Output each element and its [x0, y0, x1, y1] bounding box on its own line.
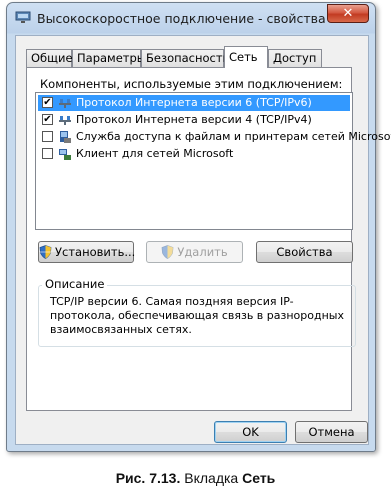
list-item-file-sharing[interactable]: Служба доступа к файлам и принтерам сете… — [38, 129, 391, 145]
components-label: Компоненты, используемые этим подключени… — [40, 77, 343, 91]
network-protocol-icon — [59, 116, 71, 125]
description-label: Описание — [42, 277, 108, 291]
ipv6-label: Протокол Интернета версии 6 (TCP/IPv6) — [76, 96, 312, 109]
components-list[interactable]: ✔ Протокол Интернета версии 6 (TCP/IPv6)… — [35, 92, 391, 230]
ok-button[interactable]: OK — [214, 421, 287, 443]
caption-tab-name: Сеть — [242, 470, 276, 486]
figure-caption: Рис. 7.13. Вкладка Сеть — [0, 470, 391, 486]
network-protocol-icon — [59, 99, 71, 108]
network-client-label: Клиент для сетей Microsoft — [76, 147, 234, 160]
uac-shield-icon — [161, 245, 174, 259]
title-bar[interactable]: Высокоскоростное подключение - свойства … — [7, 3, 375, 33]
caption-text: Вкладка — [184, 470, 239, 486]
tab-network[interactable]: Сеть — [224, 46, 268, 68]
file-sharing-checkbox[interactable] — [42, 131, 53, 142]
description-text: TCP/IP версии 6. Самая поздняя версия IP… — [50, 295, 344, 336]
remove-button-label: Удалить — [177, 245, 228, 259]
list-item-network-client[interactable]: Клиент для сетей Microsoft — [38, 146, 350, 162]
uac-shield-icon — [39, 245, 52, 259]
cancel-button[interactable]: Отмена — [295, 421, 368, 443]
tab-security[interactable]: Безопасность — [141, 49, 229, 67]
file-sharing-label: Служба доступа к файлам и принтерам сете… — [76, 130, 391, 143]
close-button[interactable]: ✕ — [327, 4, 369, 23]
tab-parameters[interactable]: Параметры — [72, 49, 146, 67]
network-connection-icon — [15, 11, 31, 23]
file-printer-sharing-icon — [60, 131, 71, 143]
tab-general[interactable]: Общие — [26, 49, 73, 67]
list-item-ipv4[interactable]: ✔ Протокол Интернета версии 4 (TCP/IPv4) — [38, 112, 350, 128]
list-item-ipv6[interactable]: ✔ Протокол Интернета версии 6 (TCP/IPv6) — [38, 95, 350, 111]
network-client-checkbox[interactable] — [42, 148, 53, 159]
ipv4-label: Протокол Интернета версии 4 (TCP/IPv4) — [76, 113, 312, 126]
remove-button[interactable]: Удалить — [146, 241, 243, 263]
install-button-label: Установить... — [55, 245, 136, 259]
window-title: Высокоскоростное подключение - свойства — [37, 11, 326, 26]
ipv6-checkbox[interactable]: ✔ — [42, 97, 53, 108]
network-client-icon — [59, 149, 71, 160]
ipv4-checkbox[interactable]: ✔ — [42, 114, 53, 125]
install-button[interactable]: Установить... — [38, 241, 136, 263]
tab-sharing[interactable]: Доступ — [268, 49, 322, 67]
caption-figure-number: Рис. 7.13. — [115, 470, 181, 486]
properties-button[interactable]: Свойства — [256, 241, 353, 263]
